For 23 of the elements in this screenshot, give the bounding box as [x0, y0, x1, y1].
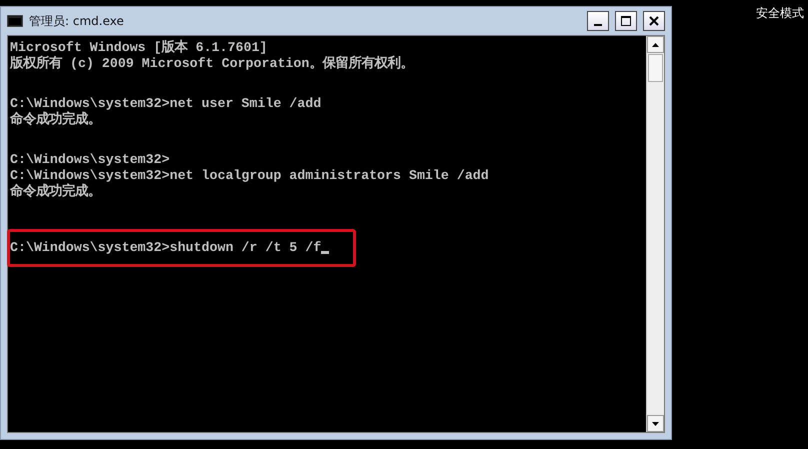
minimize-icon	[594, 24, 602, 26]
maximize-button[interactable]	[615, 11, 637, 31]
window-title: 管理员: cmd.exe	[29, 12, 125, 30]
console-line: 版权所有 (c) 2009 Microsoft Corporation。保留所有权利。	[10, 56, 414, 72]
mode-label: 安全模式	[756, 5, 804, 22]
minimize-button[interactable]	[587, 11, 609, 31]
scrollbar[interactable]	[646, 36, 664, 432]
console-line: Microsoft Windows [版本 6.1.7601]	[10, 40, 268, 56]
scroll-up-button[interactable]	[647, 36, 664, 53]
close-icon	[648, 15, 660, 27]
console-line: 命令成功完成。	[10, 184, 102, 200]
up-arrow-icon	[652, 42, 659, 46]
console-line: C:\Windows\system32>net localgroup administrators Smile /add	[10, 168, 489, 183]
scroll-down-button[interactable]	[647, 415, 664, 432]
console-line: C:\Windows\system32>	[10, 152, 171, 168]
scroll-thumb[interactable]	[648, 54, 663, 82]
down-arrow-icon	[652, 422, 659, 426]
console-line: 命令成功完成。	[10, 112, 102, 128]
console-icon	[7, 15, 23, 27]
console-line: C:\Windows\system32>shutdown /r /t 5 /f	[10, 240, 330, 256]
close-button[interactable]	[643, 11, 665, 31]
maximize-icon	[620, 15, 632, 27]
console-line: C:\Windows\system32>net user Smile /add	[10, 96, 322, 111]
